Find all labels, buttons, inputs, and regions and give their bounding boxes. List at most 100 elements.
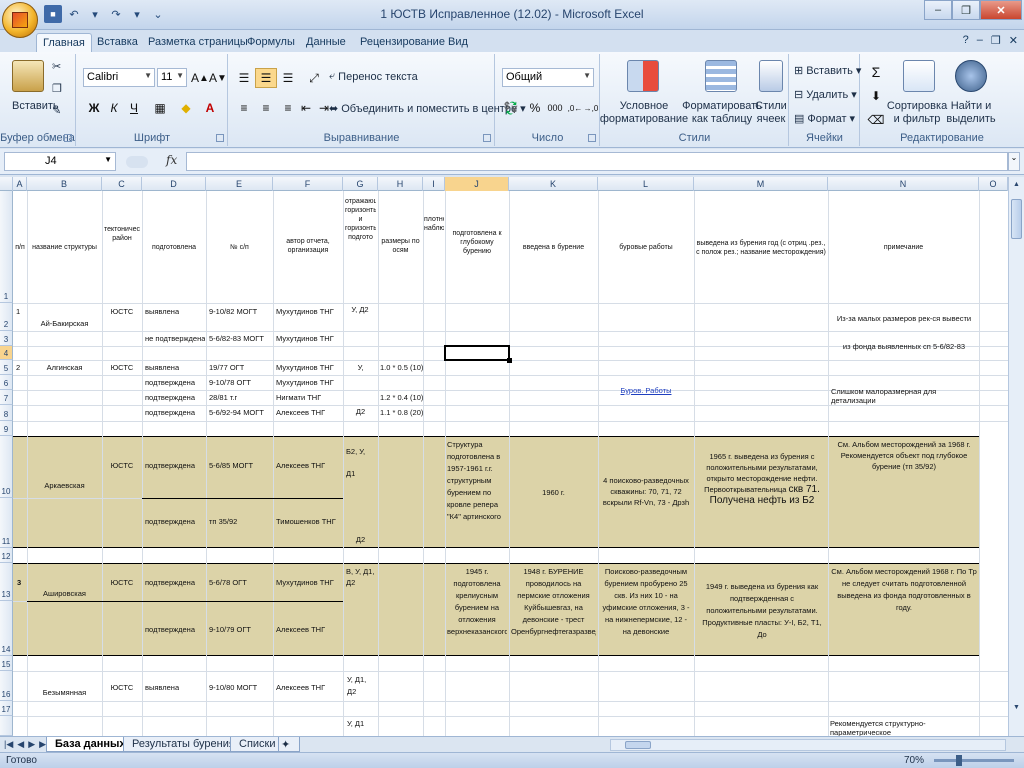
cell-f14[interactable]: Алексеев ТНГ bbox=[276, 625, 325, 634]
column-header[interactable]: F bbox=[273, 177, 343, 191]
copy-icon[interactable]: ❐ bbox=[52, 82, 62, 95]
cell-l10[interactable]: 4 поисково-разведочных скважины: 70, 71,… bbox=[600, 475, 692, 508]
thousands-button[interactable]: 000 bbox=[544, 98, 566, 118]
borders-icon[interactable]: ▦ bbox=[149, 98, 171, 118]
row-header[interactable]: 2 bbox=[0, 303, 13, 331]
cell-e7[interactable]: 28/81 т.г bbox=[209, 393, 237, 402]
column-header[interactable]: K bbox=[509, 177, 598, 191]
cell-f6[interactable]: Мухутдинов ТНГ bbox=[276, 378, 334, 387]
cell-k10[interactable]: 1960 г. bbox=[509, 488, 598, 497]
cell-e13[interactable]: 5-6/78 ОГТ bbox=[209, 578, 247, 587]
cell-e11[interactable]: тп 35/92 bbox=[209, 517, 237, 526]
align-middle-icon[interactable]: ☰ bbox=[255, 68, 277, 88]
tab-page-layout[interactable]: Разметка страницы bbox=[142, 33, 254, 52]
cut-icon[interactable]: ✂ bbox=[52, 60, 61, 73]
cell-h5[interactable]: 1.0 * 0.5 (10) bbox=[380, 363, 423, 372]
sheet-tab-lists[interactable]: Списки bbox=[230, 737, 285, 752]
cell-c16[interactable]: ЮСТС bbox=[102, 683, 142, 692]
cell-e10[interactable]: 5-6/85 МОГТ bbox=[209, 461, 253, 470]
cell-m13[interactable]: 1949 г. выведена из бурения как подтверж… bbox=[700, 581, 824, 641]
find-select-button[interactable]: Найти и выделить bbox=[943, 100, 999, 126]
cell-b13[interactable]: Аширoвская bbox=[27, 589, 102, 598]
help-icon[interactable]: ? bbox=[963, 34, 969, 47]
format-as-table-button[interactable]: Форматировать как таблицу bbox=[682, 100, 762, 126]
header-c[interactable]: тектонический район bbox=[104, 225, 140, 243]
vertical-scroll-thumb[interactable] bbox=[1011, 199, 1022, 239]
row-header[interactable]: 1 bbox=[0, 191, 13, 303]
name-box-dropdown-icon[interactable]: ▼ bbox=[104, 155, 112, 164]
fill-handle[interactable] bbox=[507, 358, 512, 363]
font-launcher-icon[interactable] bbox=[216, 134, 224, 142]
cell-b16[interactable]: Безымянная bbox=[27, 688, 102, 697]
header-l[interactable]: буровые работы bbox=[598, 243, 694, 252]
font-size-combo[interactable]: 11 ▼ bbox=[157, 68, 187, 87]
column-header[interactable]: H bbox=[378, 177, 423, 191]
formula-bar-divider-icon[interactable] bbox=[126, 156, 148, 168]
decrease-decimal-icon[interactable]: →,0 bbox=[580, 98, 602, 118]
font-color-icon[interactable]: A bbox=[199, 98, 221, 118]
cell-d16[interactable]: выявлена bbox=[145, 683, 179, 692]
cell-c13[interactable]: ЮСТС bbox=[102, 578, 142, 587]
selected-cell-j4[interactable] bbox=[444, 345, 510, 361]
row-header[interactable]: 11 bbox=[0, 498, 13, 548]
zoom-slider[interactable] bbox=[934, 759, 1014, 762]
column-header[interactable]: C bbox=[102, 177, 142, 191]
row-header[interactable]: 4 bbox=[0, 346, 13, 360]
formula-input[interactable] bbox=[186, 152, 1008, 171]
cell-d14[interactable]: подтверждена bbox=[145, 625, 195, 634]
fill-icon[interactable]: ⬇ bbox=[865, 86, 887, 106]
row-header[interactable]: 15 bbox=[0, 656, 13, 671]
cell-d10[interactable]: подтверждена bbox=[145, 461, 195, 470]
cell-g11[interactable]: Д2 bbox=[343, 535, 378, 544]
underline-button[interactable]: Ч bbox=[123, 98, 145, 118]
name-box[interactable]: J4 ▼ bbox=[4, 152, 116, 171]
column-header[interactable]: G bbox=[343, 177, 378, 191]
format-painter-icon[interactable]: ✎ bbox=[52, 104, 61, 117]
shrink-font-icon[interactable]: A ▼ bbox=[207, 68, 229, 88]
header-f[interactable]: автор отчета, организация bbox=[273, 237, 343, 255]
column-header[interactable]: D bbox=[142, 177, 206, 191]
header-n[interactable]: примечание bbox=[828, 243, 979, 252]
sort-filter-button[interactable]: Сортировка и фильтр bbox=[887, 100, 947, 126]
cell-a5[interactable]: 2 bbox=[16, 363, 20, 372]
cell-e16[interactable]: 9-10/80 МОГТ bbox=[209, 683, 257, 692]
spreadsheet-grid[interactable]: A B C D E F G H I J K L M N O 1 2 3 4 5 … bbox=[0, 177, 1008, 736]
cell-g5[interactable]: У, bbox=[343, 363, 378, 372]
row-header[interactable]: 12 bbox=[0, 548, 13, 563]
cell-g16[interactable]: У, Д1, Д2 bbox=[347, 674, 377, 698]
delete-cells-button[interactable]: ⊟ Удалить ▾ bbox=[794, 88, 857, 102]
cell-e2[interactable]: 9-10/82 МОГТ bbox=[209, 307, 257, 316]
office-button[interactable] bbox=[2, 2, 38, 38]
column-header[interactable]: E bbox=[206, 177, 273, 191]
tab-view[interactable]: Вид bbox=[442, 33, 474, 52]
cell-g7[interactable]: Д2 bbox=[343, 407, 378, 416]
vertical-scrollbar[interactable]: ▲ ▼ bbox=[1008, 177, 1024, 736]
cell-f2[interactable]: Мухутдинов ТНГ bbox=[276, 307, 334, 316]
tab-home[interactable]: Главная bbox=[36, 33, 92, 52]
cell-e3[interactable]: 5-6/82-83 МОГТ bbox=[209, 334, 264, 343]
ribbon-close-icon[interactable]: ✕ bbox=[1009, 34, 1018, 47]
cell-c2[interactable]: ЮСТС bbox=[102, 307, 142, 316]
cell-e8[interactable]: 5-6/92-94 МОГТ bbox=[209, 408, 264, 417]
row-header[interactable]: 3 bbox=[0, 331, 13, 346]
cell-n6[interactable]: Слишком малоразмерная для детализации bbox=[831, 387, 979, 405]
cell-c10[interactable]: ЮСТС bbox=[102, 461, 142, 470]
bold-button[interactable]: Ж bbox=[83, 98, 105, 118]
tab-data[interactable]: Данные bbox=[300, 33, 352, 52]
sheet-tab-database[interactable]: База данных bbox=[46, 737, 135, 752]
clipboard-launcher-icon[interactable] bbox=[64, 134, 72, 142]
cell-f7[interactable]: Нигмати ТНГ bbox=[276, 393, 321, 402]
column-header[interactable]: I bbox=[423, 177, 445, 191]
cell-g2[interactable]: У, Д2 bbox=[348, 305, 372, 314]
cell-b10[interactable]: Аркаевская bbox=[27, 481, 102, 490]
expand-formula-bar-icon[interactable]: ⌄ bbox=[1008, 152, 1020, 171]
scroll-down-icon[interactable]: ▼ bbox=[1011, 704, 1022, 716]
close-button[interactable]: ✕ bbox=[980, 0, 1022, 20]
header-a[interactable]: п/п bbox=[13, 243, 27, 252]
cell-d6[interactable]: подтверждена bbox=[145, 378, 195, 387]
restore-button[interactable]: ❐ bbox=[952, 0, 980, 20]
minimize-button[interactable]: – bbox=[924, 0, 952, 20]
header-d[interactable]: подготовлена bbox=[142, 243, 206, 252]
cell-f8[interactable]: Алексеев ТНГ bbox=[276, 408, 325, 417]
column-header[interactable]: N bbox=[828, 177, 979, 191]
